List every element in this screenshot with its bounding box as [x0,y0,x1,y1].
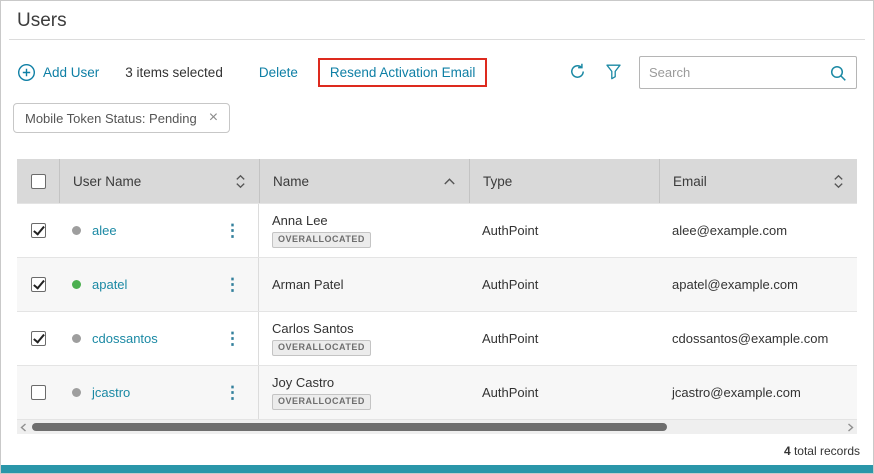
username-link[interactable]: alee [92,223,117,238]
select-all-checkbox[interactable] [31,174,46,189]
type-cell: AuthPoint [469,385,659,400]
column-label: Name [273,174,309,189]
overallocated-badge: OVERALLOCATED [272,232,371,248]
username-link[interactable]: cdossantos [92,331,158,346]
name-cell: Arman Patel [259,269,469,300]
status-dot [72,388,81,397]
username-cell: alee ⋮ [59,204,259,257]
search-box [639,56,857,89]
column-header-username[interactable]: User Name [59,159,259,203]
kebab-menu-icon[interactable]: ⋮ [220,274,245,295]
add-user-label: Add User [43,65,99,80]
row-checkbox-cell [17,385,59,400]
filter-chip: Mobile Token Status: Pending × [13,103,230,133]
username-cell: jcastro ⋮ [59,366,259,419]
column-label: Email [673,174,707,189]
delete-button[interactable]: Delete [259,65,298,80]
type-cell: AuthPoint [469,277,659,292]
sort-ascending-icon [443,177,456,186]
filter-chip-label: Mobile Token Status: Pending [25,111,197,126]
record-count-label: total records [794,444,860,458]
kebab-menu-icon[interactable]: ⋮ [220,382,245,403]
sort-both-icon [833,174,844,189]
name-cell: Anna Lee OVERALLOCATED [259,205,469,256]
email-cell: alee@example.com [659,223,857,238]
search-icon [829,64,847,82]
overallocated-badge: OVERALLOCATED [272,340,371,356]
type-cell: AuthPoint [469,331,659,346]
search-input[interactable] [649,65,829,80]
kebab-menu-icon[interactable]: ⋮ [220,328,245,349]
page-title: Users [17,10,857,32]
username-link[interactable]: jcastro [92,385,130,400]
filter-button[interactable] [605,63,622,83]
type-cell: AuthPoint [469,223,659,238]
full-name: Anna Lee [272,213,456,228]
toolbar: Add User 3 items selected Delete Resend … [1,40,873,101]
row-checkbox-cell [17,223,59,238]
selected-count: 3 items selected [125,65,223,80]
full-name: Joy Castro [272,375,456,390]
users-page: Users Add User 3 items selected Delete R… [0,0,874,474]
full-name: Carlos Santos [272,321,456,336]
select-all-cell [17,159,59,203]
sort-both-icon [235,174,246,189]
record-count-number: 4 [784,444,791,458]
add-user-button[interactable]: Add User [17,63,99,82]
row-checkbox-cell [17,277,59,292]
annotation-highlight-box: Resend Activation Email [318,58,488,87]
table-row: apatel ⋮ Arman Patel AuthPoint apatel@ex… [17,257,857,311]
title-bar: Users [1,1,873,32]
email-cell: cdossantos@example.com [659,331,857,346]
table-header: User Name Name Type Email [17,159,857,203]
row-checkbox[interactable] [31,331,46,346]
refresh-icon [568,62,587,84]
name-cell: Joy Castro OVERALLOCATED [259,367,469,418]
username-cell: cdossantos ⋮ [59,312,259,365]
status-dot [72,226,81,235]
overallocated-badge: OVERALLOCATED [272,394,371,410]
row-checkbox-cell [17,331,59,346]
column-label: Type [483,174,512,189]
scrollbar-track[interactable] [30,423,844,432]
status-dot [72,280,81,289]
column-header-email[interactable]: Email [659,159,857,203]
active-filters-row: Mobile Token Status: Pending × [1,101,873,147]
users-table: User Name Name Type Email [17,159,857,434]
funnel-icon [605,63,622,83]
table-row: alee ⋮ Anna Lee OVERALLOCATED AuthPoint … [17,203,857,257]
status-dot [72,334,81,343]
plus-circle-icon [17,63,36,82]
email-cell: jcastro@example.com [659,385,857,400]
resend-activation-email-button[interactable]: Resend Activation Email [330,65,476,80]
column-header-type[interactable]: Type [469,159,659,203]
column-label: User Name [73,174,141,189]
row-checkbox[interactable] [31,277,46,292]
horizontal-scrollbar[interactable] [17,420,857,434]
column-header-name[interactable]: Name [259,159,469,203]
username-cell: apatel ⋮ [59,258,259,311]
table-row: cdossantos ⋮ Carlos Santos OVERALLOCATED… [17,311,857,365]
bottom-accent-bar [1,465,873,473]
record-count: 4 total records [784,444,860,458]
row-checkbox[interactable] [31,385,46,400]
scroll-left-icon[interactable] [17,423,30,432]
table-body: alee ⋮ Anna Lee OVERALLOCATED AuthPoint … [17,203,857,420]
refresh-button[interactable] [568,62,587,84]
email-cell: apatel@example.com [659,277,857,292]
scroll-right-icon[interactable] [844,423,857,432]
table-row: jcastro ⋮ Joy Castro OVERALLOCATED AuthP… [17,365,857,420]
kebab-menu-icon[interactable]: ⋮ [220,220,245,241]
username-link[interactable]: apatel [92,277,127,292]
scrollbar-thumb[interactable] [32,423,667,431]
row-checkbox[interactable] [31,223,46,238]
chip-close-icon[interactable]: × [209,110,218,126]
full-name: Arman Patel [272,277,456,292]
name-cell: Carlos Santos OVERALLOCATED [259,313,469,364]
